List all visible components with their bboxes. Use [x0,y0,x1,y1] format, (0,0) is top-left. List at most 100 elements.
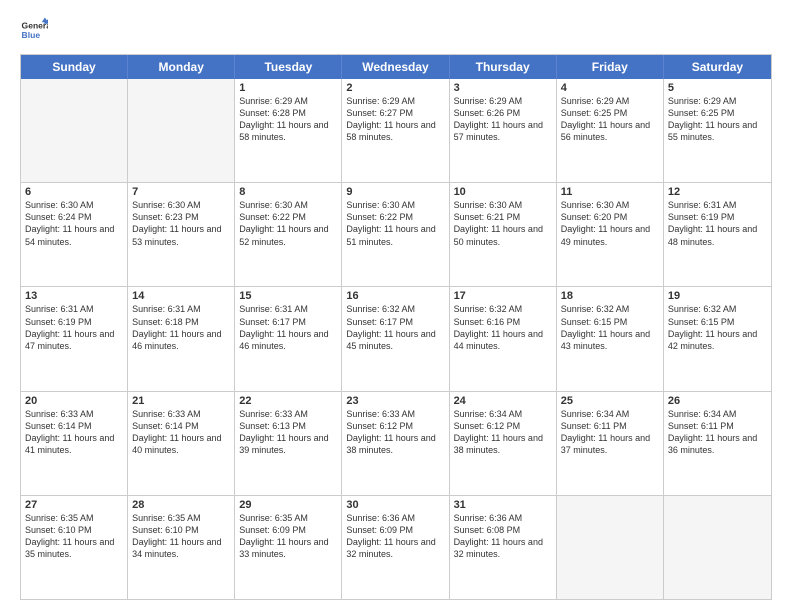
day-info: Sunrise: 6:29 AMSunset: 6:25 PMDaylight:… [561,95,659,144]
week-row-4: 20Sunrise: 6:33 AMSunset: 6:14 PMDayligh… [21,391,771,495]
day-info: Sunrise: 6:35 AMSunset: 6:10 PMDaylight:… [132,512,230,561]
day-number: 5 [668,82,767,94]
day-cell: 26Sunrise: 6:34 AMSunset: 6:11 PMDayligh… [664,392,771,495]
day-header-thursday: Thursday [450,55,557,79]
day-header-sunday: Sunday [21,55,128,79]
day-info: Sunrise: 6:32 AMSunset: 6:17 PMDaylight:… [346,303,444,352]
day-info: Sunrise: 6:29 AMSunset: 6:25 PMDaylight:… [668,95,767,144]
day-number: 6 [25,186,123,198]
logo: General Blue [20,16,48,44]
day-info: Sunrise: 6:33 AMSunset: 6:12 PMDaylight:… [346,408,444,457]
day-number: 30 [346,499,444,511]
day-info: Sunrise: 6:33 AMSunset: 6:14 PMDaylight:… [25,408,123,457]
day-cell: 13Sunrise: 6:31 AMSunset: 6:19 PMDayligh… [21,287,128,390]
day-cell [21,79,128,182]
day-info: Sunrise: 6:33 AMSunset: 6:13 PMDaylight:… [239,408,337,457]
day-number: 18 [561,290,659,302]
day-cell: 3Sunrise: 6:29 AMSunset: 6:26 PMDaylight… [450,79,557,182]
day-cell [128,79,235,182]
day-number: 9 [346,186,444,198]
day-cell: 15Sunrise: 6:31 AMSunset: 6:17 PMDayligh… [235,287,342,390]
day-cell: 16Sunrise: 6:32 AMSunset: 6:17 PMDayligh… [342,287,449,390]
day-info: Sunrise: 6:31 AMSunset: 6:19 PMDaylight:… [668,199,767,248]
day-number: 28 [132,499,230,511]
day-header-friday: Friday [557,55,664,79]
day-number: 23 [346,395,444,407]
day-info: Sunrise: 6:35 AMSunset: 6:10 PMDaylight:… [25,512,123,561]
day-cell: 17Sunrise: 6:32 AMSunset: 6:16 PMDayligh… [450,287,557,390]
day-info: Sunrise: 6:29 AMSunset: 6:26 PMDaylight:… [454,95,552,144]
day-info: Sunrise: 6:33 AMSunset: 6:14 PMDaylight:… [132,408,230,457]
day-info: Sunrise: 6:29 AMSunset: 6:28 PMDaylight:… [239,95,337,144]
day-info: Sunrise: 6:34 AMSunset: 6:11 PMDaylight:… [561,408,659,457]
day-cell: 1Sunrise: 6:29 AMSunset: 6:28 PMDaylight… [235,79,342,182]
week-row-2: 6Sunrise: 6:30 AMSunset: 6:24 PMDaylight… [21,182,771,286]
day-number: 29 [239,499,337,511]
day-cell: 18Sunrise: 6:32 AMSunset: 6:15 PMDayligh… [557,287,664,390]
weeks: 1Sunrise: 6:29 AMSunset: 6:28 PMDaylight… [21,79,771,599]
day-number: 21 [132,395,230,407]
day-info: Sunrise: 6:31 AMSunset: 6:17 PMDaylight:… [239,303,337,352]
day-number: 10 [454,186,552,198]
day-cell: 19Sunrise: 6:32 AMSunset: 6:15 PMDayligh… [664,287,771,390]
day-number: 7 [132,186,230,198]
week-row-5: 27Sunrise: 6:35 AMSunset: 6:10 PMDayligh… [21,495,771,599]
day-cell: 31Sunrise: 6:36 AMSunset: 6:08 PMDayligh… [450,496,557,599]
day-info: Sunrise: 6:34 AMSunset: 6:12 PMDaylight:… [454,408,552,457]
day-cell: 30Sunrise: 6:36 AMSunset: 6:09 PMDayligh… [342,496,449,599]
day-cell: 2Sunrise: 6:29 AMSunset: 6:27 PMDaylight… [342,79,449,182]
day-number: 24 [454,395,552,407]
day-info: Sunrise: 6:30 AMSunset: 6:22 PMDaylight:… [346,199,444,248]
day-cell: 12Sunrise: 6:31 AMSunset: 6:19 PMDayligh… [664,183,771,286]
day-number: 12 [668,186,767,198]
day-info: Sunrise: 6:30 AMSunset: 6:24 PMDaylight:… [25,199,123,248]
day-number: 14 [132,290,230,302]
day-cell: 8Sunrise: 6:30 AMSunset: 6:22 PMDaylight… [235,183,342,286]
day-info: Sunrise: 6:30 AMSunset: 6:23 PMDaylight:… [132,199,230,248]
day-number: 16 [346,290,444,302]
day-info: Sunrise: 6:31 AMSunset: 6:18 PMDaylight:… [132,303,230,352]
day-number: 27 [25,499,123,511]
day-number: 31 [454,499,552,511]
day-cell: 9Sunrise: 6:30 AMSunset: 6:22 PMDaylight… [342,183,449,286]
day-info: Sunrise: 6:30 AMSunset: 6:22 PMDaylight:… [239,199,337,248]
day-number: 11 [561,186,659,198]
day-cell: 4Sunrise: 6:29 AMSunset: 6:25 PMDaylight… [557,79,664,182]
day-headers: SundayMondayTuesdayWednesdayThursdayFrid… [21,55,771,79]
day-info: Sunrise: 6:32 AMSunset: 6:15 PMDaylight:… [561,303,659,352]
day-number: 3 [454,82,552,94]
day-number: 25 [561,395,659,407]
day-number: 2 [346,82,444,94]
day-number: 1 [239,82,337,94]
day-number: 26 [668,395,767,407]
day-cell: 10Sunrise: 6:30 AMSunset: 6:21 PMDayligh… [450,183,557,286]
generalblue-icon: General Blue [20,16,48,44]
day-info: Sunrise: 6:32 AMSunset: 6:15 PMDaylight:… [668,303,767,352]
week-row-1: 1Sunrise: 6:29 AMSunset: 6:28 PMDaylight… [21,79,771,182]
day-cell: 11Sunrise: 6:30 AMSunset: 6:20 PMDayligh… [557,183,664,286]
day-info: Sunrise: 6:35 AMSunset: 6:09 PMDaylight:… [239,512,337,561]
day-number: 13 [25,290,123,302]
week-row-3: 13Sunrise: 6:31 AMSunset: 6:19 PMDayligh… [21,286,771,390]
day-cell: 6Sunrise: 6:30 AMSunset: 6:24 PMDaylight… [21,183,128,286]
day-info: Sunrise: 6:30 AMSunset: 6:21 PMDaylight:… [454,199,552,248]
day-number: 22 [239,395,337,407]
day-number: 17 [454,290,552,302]
day-info: Sunrise: 6:31 AMSunset: 6:19 PMDaylight:… [25,303,123,352]
svg-text:Blue: Blue [22,30,41,40]
day-cell: 28Sunrise: 6:35 AMSunset: 6:10 PMDayligh… [128,496,235,599]
day-cell: 14Sunrise: 6:31 AMSunset: 6:18 PMDayligh… [128,287,235,390]
day-cell: 5Sunrise: 6:29 AMSunset: 6:25 PMDaylight… [664,79,771,182]
day-cell: 20Sunrise: 6:33 AMSunset: 6:14 PMDayligh… [21,392,128,495]
day-number: 4 [561,82,659,94]
day-info: Sunrise: 6:34 AMSunset: 6:11 PMDaylight:… [668,408,767,457]
day-info: Sunrise: 6:36 AMSunset: 6:09 PMDaylight:… [346,512,444,561]
day-header-monday: Monday [128,55,235,79]
day-number: 20 [25,395,123,407]
header: General Blue [20,16,772,44]
day-cell: 24Sunrise: 6:34 AMSunset: 6:12 PMDayligh… [450,392,557,495]
day-header-tuesday: Tuesday [235,55,342,79]
day-cell: 7Sunrise: 6:30 AMSunset: 6:23 PMDaylight… [128,183,235,286]
calendar: SundayMondayTuesdayWednesdayThursdayFrid… [20,54,772,600]
day-number: 8 [239,186,337,198]
